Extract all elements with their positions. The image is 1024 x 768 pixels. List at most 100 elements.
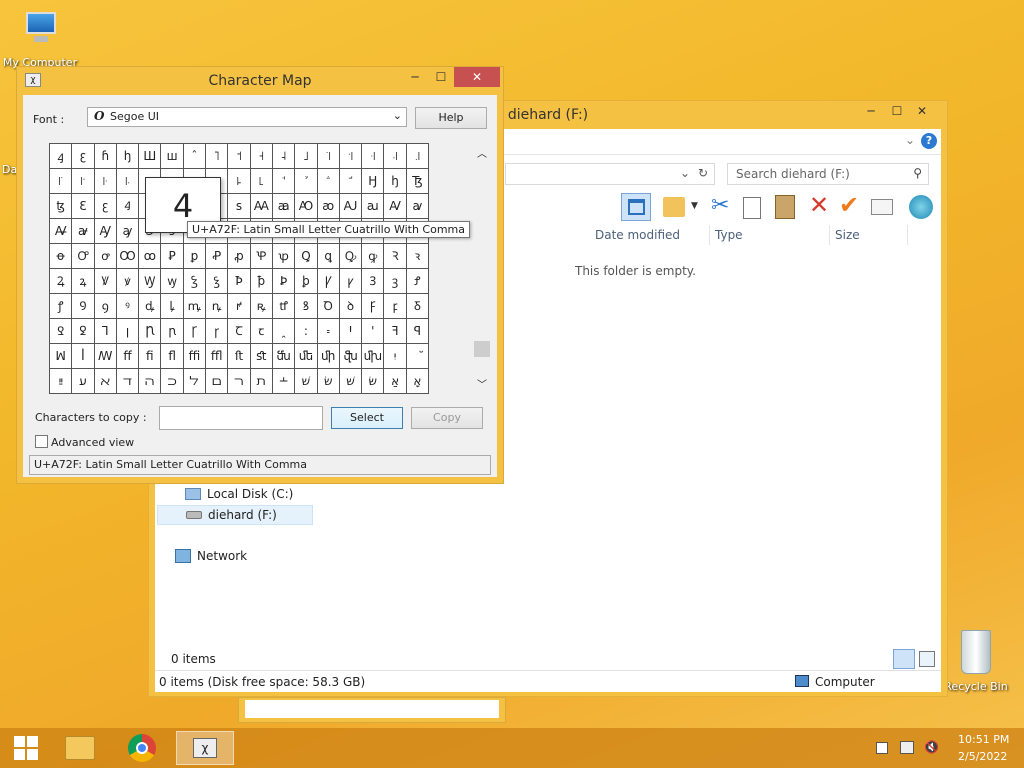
char-cell[interactable]: ﬡ [94, 369, 117, 394]
char-cell[interactable]: Ꜽ [94, 219, 117, 244]
char-cell[interactable]: ꜉ [339, 144, 363, 169]
char-cell[interactable]: ﬩ [272, 369, 296, 394]
char-cell[interactable]: ꝟ [116, 269, 140, 294]
char-cell[interactable]: Ꝏ [116, 244, 140, 269]
maximize-button[interactable]: ☐ [427, 67, 455, 87]
char-cell[interactable]: ꝲ [161, 294, 184, 319]
char-cell[interactable]: ﬢ [116, 369, 140, 394]
char-cell[interactable]: Ꜹ [384, 194, 407, 219]
select-button[interactable]: Select [331, 407, 403, 429]
char-cell[interactable]: Ꜻ [50, 219, 73, 244]
char-cell[interactable]: Ꝭ [406, 269, 430, 294]
char-cell[interactable]: Ꝙ [339, 244, 363, 269]
clock-time[interactable]: 10:51 PM [958, 733, 1009, 746]
char-cell[interactable]: ﬓ [272, 344, 296, 369]
char-cell[interactable]: ꜻ [72, 219, 95, 244]
char-cell[interactable]: Ꝡ [139, 269, 162, 294]
char-cell[interactable]: ꝯ [94, 294, 117, 319]
desktop-icon-my-computer[interactable]: My Computer [0, 10, 80, 69]
char-cell[interactable]: ꜐ [116, 169, 140, 194]
char-cell[interactable]: Ꝣ [183, 269, 207, 294]
char-cell[interactable]: ꜙ [317, 169, 340, 194]
char-cell[interactable]: Ꜷ [339, 194, 363, 219]
char-cell[interactable]: ꝝ [72, 269, 95, 294]
char-cell[interactable]: ꝏ [139, 244, 162, 269]
column-date-modified[interactable]: Date modified [595, 228, 680, 242]
char-cell[interactable]: ꜚ [339, 169, 363, 194]
char-cell[interactable]: ꞁ [116, 319, 140, 344]
char-cell[interactable]: ꜧ [384, 169, 407, 194]
char-cell[interactable]: ꜽ [116, 219, 140, 244]
char-cell[interactable]: Ꝕ [250, 244, 273, 269]
char-cell[interactable]: יִ [384, 344, 407, 369]
char-cell[interactable]: Ꝺ [317, 294, 340, 319]
close-button[interactable]: ✕ [454, 67, 500, 87]
char-cell[interactable]: ꝰ [116, 294, 140, 319]
copy-icon[interactable] [743, 197, 761, 219]
char-cell[interactable]: Ꝼ [362, 294, 385, 319]
volume-muted-icon[interactable]: 🔇 [924, 740, 939, 754]
char-cell[interactable]: Ꝛ [384, 244, 407, 269]
char-cell[interactable]: ꝛ [406, 244, 430, 269]
globe-icon[interactable] [909, 195, 933, 219]
search-input[interactable]: Search diehard (F:) ⚲ [727, 163, 929, 185]
char-cell[interactable]: ˨ [272, 144, 296, 169]
char-cell[interactable]: ꜷ [362, 194, 385, 219]
char-cell[interactable]: ﬄ [206, 344, 229, 369]
char-cell[interactable]: ꜩ [50, 194, 73, 219]
char-cell[interactable]: ꝥ [250, 269, 273, 294]
char-cell[interactable]: ˦ [228, 144, 251, 169]
char-cell[interactable]: ꝫ [384, 269, 407, 294]
char-cell[interactable]: שׂ [317, 369, 340, 394]
char-cell[interactable]: ﬗ [362, 344, 385, 369]
char-cell[interactable]: Ꝩ [317, 269, 340, 294]
character-grid[interactable]: ꜭꜫɦꜧШшˆ˥˦˧˨˩꜈꜉꜊꜋꜌꜍꜎꜏꜐꜑꜒꜓꜔꜕꜖ꜗꜘꜙꜚꜦꜧꜨꜩꜪꜫꜬꜭꜮ… [49, 143, 430, 394]
char-cell[interactable]: Ꝫ [362, 269, 385, 294]
advanced-view-checkbox[interactable] [35, 435, 48, 448]
char-cell[interactable]: Ꞇ [228, 319, 251, 344]
cut-icon[interactable]: ✂ [711, 193, 729, 218]
char-cell[interactable]: ꟼ [406, 319, 430, 344]
char-cell[interactable]: ꝍ [94, 244, 117, 269]
network-status-icon[interactable] [900, 741, 914, 754]
char-cell[interactable]: Ꝿ [50, 319, 73, 344]
address-bar[interactable]: ⌄ ↻ [505, 163, 715, 185]
char-cell[interactable]: ˥ [206, 144, 229, 169]
char-cell[interactable]: ﬞ [406, 344, 430, 369]
char-cell[interactable]: ꜍ [50, 169, 73, 194]
char-cell[interactable]: Ꝟ [94, 269, 117, 294]
chevron-down-icon[interactable]: ⌄ [680, 166, 690, 180]
dropdown-arrow-icon[interactable]: ▼ [691, 201, 698, 211]
action-center-icon[interactable] [876, 742, 888, 754]
char-cell[interactable]: ꝑ [183, 244, 207, 269]
column-size[interactable]: Size [835, 228, 860, 242]
char-cell[interactable]: ꞉ [295, 319, 318, 344]
char-cell[interactable]: ꟻ [384, 319, 407, 344]
char-cell[interactable]: Ꜵ [295, 194, 318, 219]
char-cell[interactable]: ꝩ [339, 269, 363, 294]
char-cell[interactable]: ꝱ [139, 294, 162, 319]
help-button[interactable]: Help [415, 107, 487, 129]
chevron-down-icon[interactable]: ⌄ [393, 109, 402, 122]
char-cell[interactable]: ꜖ [250, 169, 273, 194]
chevron-down-icon[interactable]: ⌄ [905, 133, 915, 147]
char-cell[interactable]: אָ [406, 369, 430, 394]
help-icon[interactable]: ? [921, 133, 937, 149]
grid-scrollbar[interactable]: ︿ ﹀ [473, 143, 491, 393]
properties-icon[interactable] [871, 199, 893, 215]
char-cell[interactable]: ꝧ [295, 269, 318, 294]
start-button[interactable] [0, 731, 52, 765]
char-cell[interactable]: ꞃ [161, 319, 184, 344]
char-cell[interactable]: ﬠ [72, 369, 95, 394]
char-cell[interactable]: ﬕ [317, 344, 340, 369]
char-cell[interactable]: ꜊ [362, 144, 385, 169]
char-cell[interactable]: Ꜧ [362, 169, 385, 194]
char-cell[interactable]: ꜘ [295, 169, 318, 194]
char-cell[interactable]: ﬦ [206, 369, 229, 394]
char-cell[interactable]: ꞌ [362, 319, 385, 344]
char-cell[interactable]: אַ [384, 369, 407, 394]
char-cell[interactable]: ꝵ [228, 294, 251, 319]
char-cell[interactable]: ꝕ [272, 244, 296, 269]
char-cell[interactable]: Ꝧ [272, 269, 296, 294]
scroll-down-icon[interactable]: ﹀ [477, 376, 487, 391]
